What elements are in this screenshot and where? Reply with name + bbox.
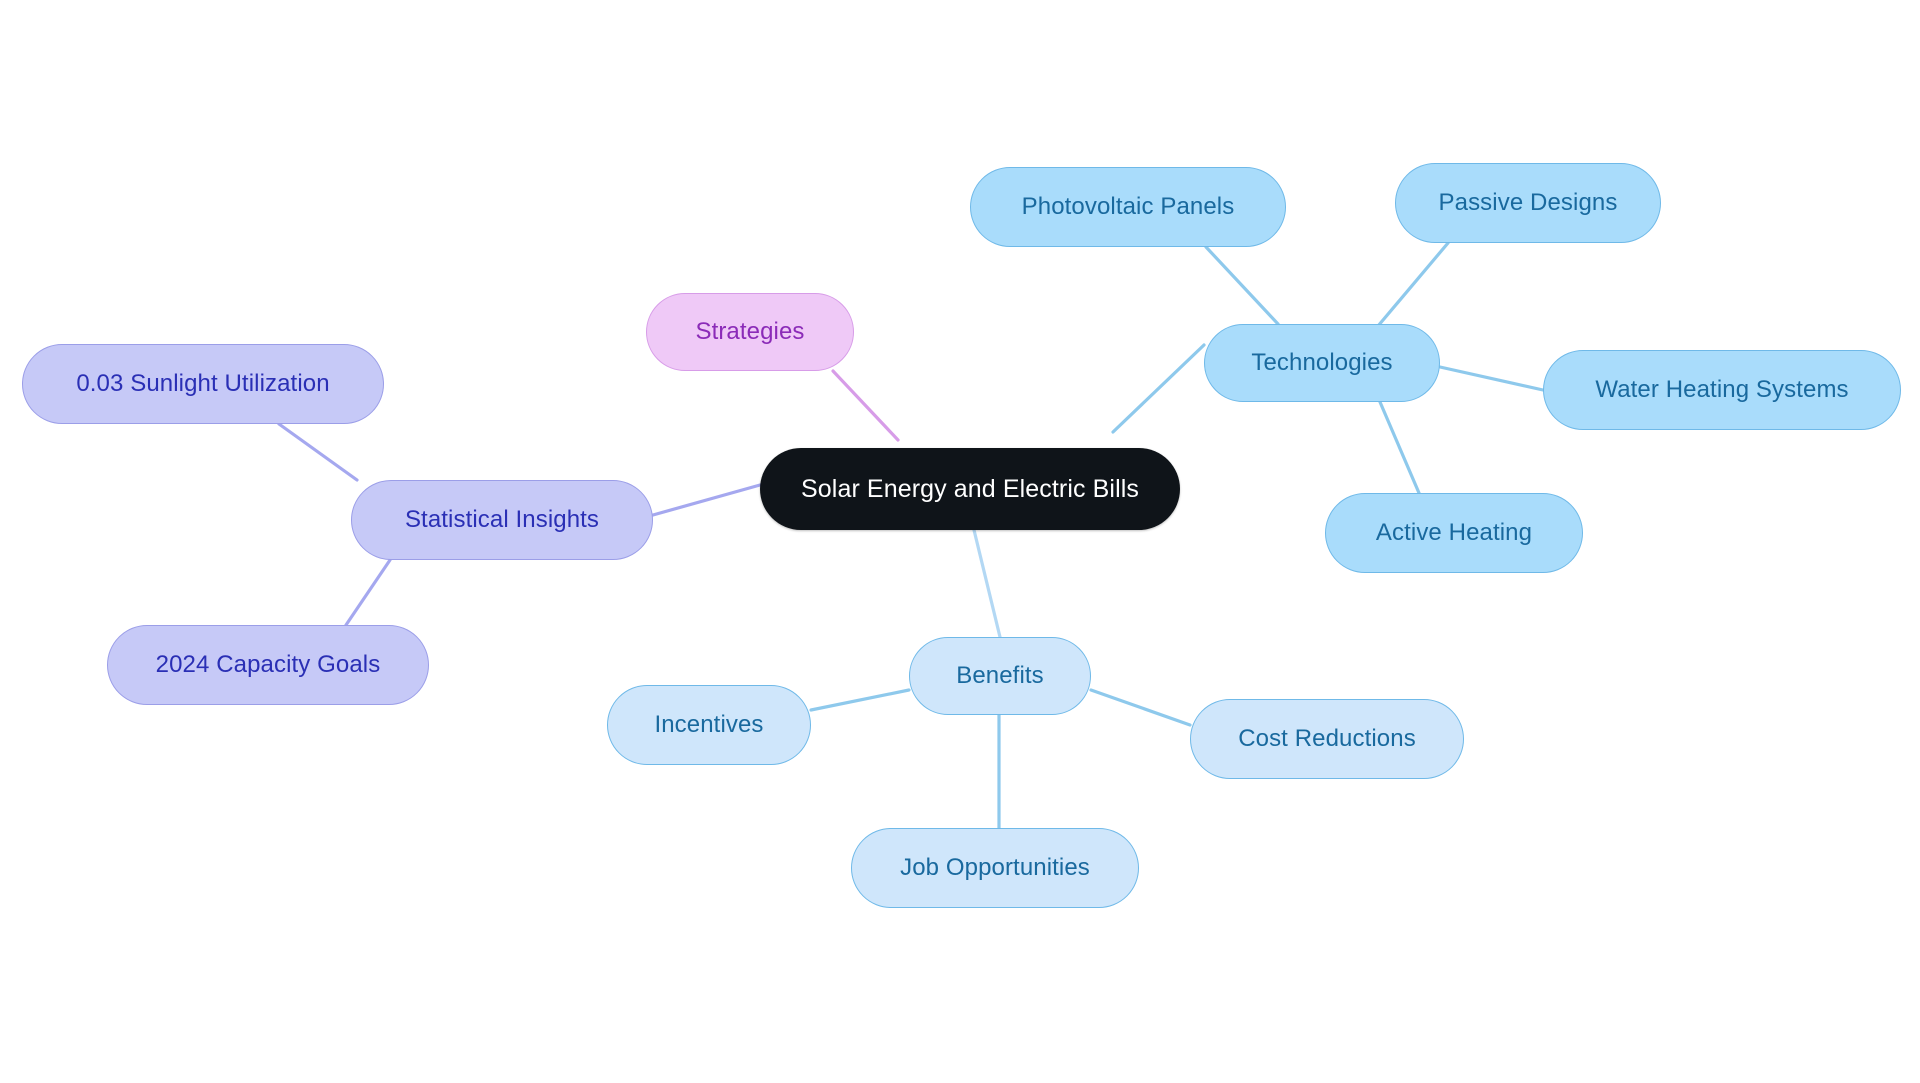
- edge-layer: [277, 241, 1545, 830]
- node-label-water-heating-systems: Water Heating Systems: [1595, 376, 1849, 403]
- node-label-benefits: Benefits: [956, 662, 1044, 689]
- mindmap-edge-technologies-photovoltaic: [1204, 245, 1280, 326]
- mindmap-edge-statistical-capacity: [344, 558, 392, 627]
- node-label-active-heating: Active Heating: [1375, 519, 1533, 546]
- mindmap-edge-benefits-incentives: [809, 688, 911, 712]
- mindmap-edge-technologies-active: [1378, 400, 1421, 495]
- mindmap-node-job-opportunities[interactable]: Job Opportunities: [851, 828, 1139, 908]
- mindmap-node-technologies[interactable]: Technologies: [1204, 324, 1440, 402]
- node-label-technologies: Technologies: [1251, 349, 1393, 376]
- node-label-capacity-goals: 2024 Capacity Goals: [155, 651, 381, 678]
- mindmap-node-statistical-insights[interactable]: Statistical Insights: [351, 480, 653, 560]
- mindmap-edge-root-benefits: [972, 528, 1002, 639]
- mindmap-node-incentives[interactable]: Incentives: [607, 685, 811, 765]
- mindmap-edge-technologies-water: [1438, 365, 1545, 392]
- node-label-job-opportunities: Job Opportunities: [900, 854, 1090, 881]
- mindmap-node-capacity-goals[interactable]: 2024 Capacity Goals: [107, 625, 429, 705]
- node-label-photovoltaic-panels: Photovoltaic Panels: [1021, 193, 1235, 220]
- node-label-cost-reductions: Cost Reductions: [1238, 725, 1416, 752]
- node-label-incentives: Incentives: [654, 711, 764, 738]
- mindmap-edge-root-strategies: [831, 369, 900, 442]
- mindmap-node-cost-reductions[interactable]: Cost Reductions: [1190, 699, 1464, 779]
- mindmap-node-water-heating-systems[interactable]: Water Heating Systems: [1543, 350, 1901, 430]
- mindmap-node-sunlight-utilization[interactable]: 0.03 Sunlight Utilization: [22, 344, 384, 424]
- node-label-strategies: Strategies: [695, 318, 805, 345]
- mindmap-edge-benefits-cost: [1089, 688, 1192, 727]
- mindmap-node-photovoltaic-panels[interactable]: Photovoltaic Panels: [970, 167, 1286, 247]
- mindmap-node-passive-designs[interactable]: Passive Designs: [1395, 163, 1661, 243]
- mindmap-edge-technologies-passive: [1376, 241, 1450, 328]
- mindmap-canvas: Solar Energy and Electric Bills Technolog…: [0, 0, 1920, 1083]
- node-label-statistical-insights: Statistical Insights: [404, 506, 600, 533]
- mindmap-edge-root-statistical: [651, 483, 762, 517]
- node-label-passive-designs: Passive Designs: [1438, 189, 1618, 216]
- mindmap-edge-statistical-sunlight: [277, 422, 359, 482]
- node-label-root: Solar Energy and Electric Bills: [801, 474, 1139, 503]
- mindmap-node-root[interactable]: Solar Energy and Electric Bills: [760, 448, 1180, 530]
- node-label-sunlight-utilization: 0.03 Sunlight Utilization: [76, 370, 330, 397]
- mindmap-edge-root-technologies: [1111, 343, 1206, 434]
- mindmap-node-active-heating[interactable]: Active Heating: [1325, 493, 1583, 573]
- mindmap-node-benefits[interactable]: Benefits: [909, 637, 1091, 715]
- mindmap-node-strategies[interactable]: Strategies: [646, 293, 854, 371]
